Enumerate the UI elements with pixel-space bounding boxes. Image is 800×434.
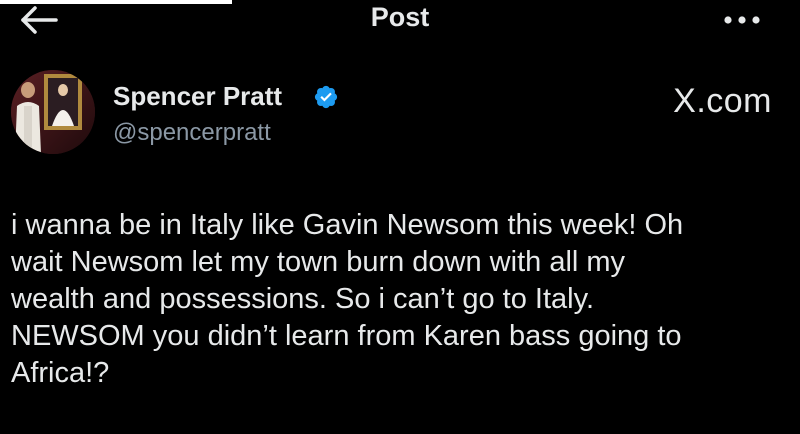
post-text: i wanna be in Italy like Gavin Newsom th… [11, 207, 793, 392]
author-handle[interactable]: @spencerpratt [113, 119, 271, 147]
author-avatar[interactable] [11, 70, 95, 154]
verified-badge-icon [314, 85, 338, 109]
page-title: Post [370, 2, 430, 32]
post-text-line: i wanna be in Italy like Gavin Newsom th… [11, 209, 684, 241]
more-horizontal-icon [724, 16, 760, 24]
site-watermark: X.com [673, 82, 772, 120]
post-text-line: Africa!? [11, 357, 110, 389]
author-name[interactable]: Spencer Pratt [113, 81, 282, 112]
post-text-line: wealth and possessions. So i can’t go to… [11, 283, 595, 315]
post-text-line: NEWSOM you didn’t learn from Karen bass … [11, 320, 682, 352]
post-text-line: wait Newsom let my town burn down with a… [11, 246, 626, 278]
more-options-button[interactable] [720, 6, 764, 34]
post-header: Post [0, 0, 800, 42]
avatar-photo [11, 70, 95, 154]
